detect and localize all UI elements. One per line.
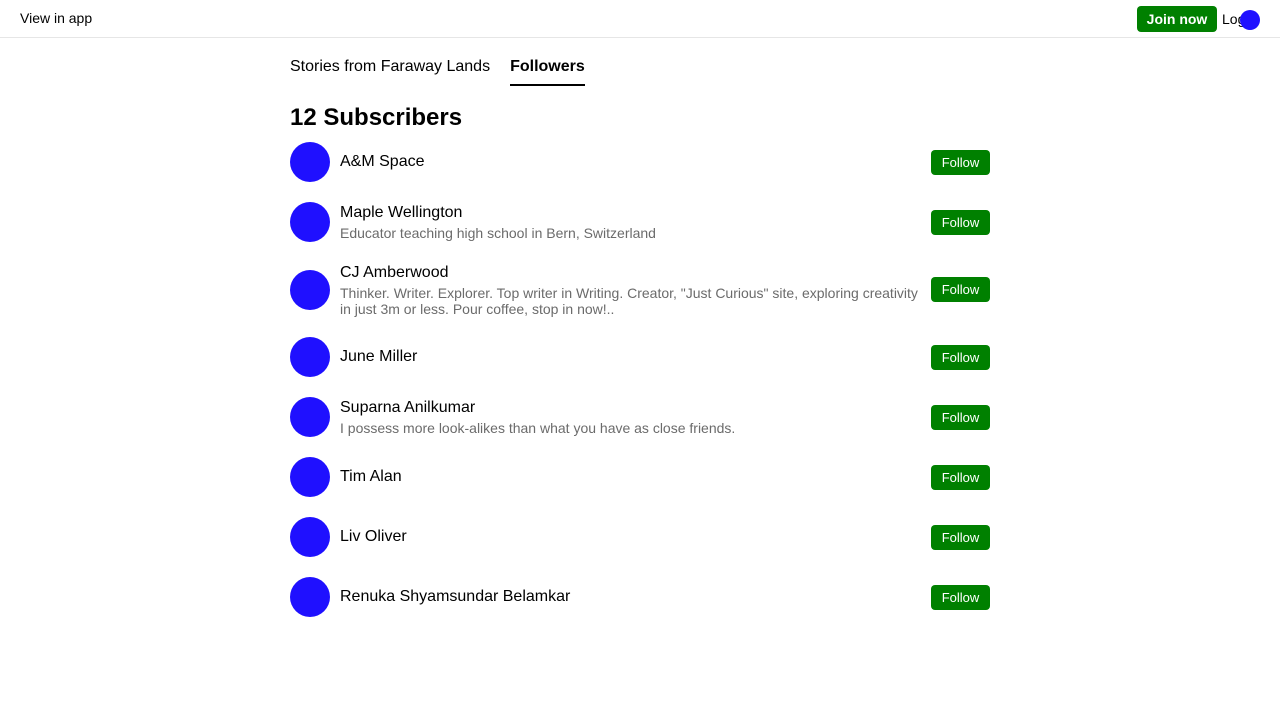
- follow-button[interactable]: Follow: [931, 345, 990, 370]
- subscriber-name[interactable]: A&M Space: [340, 152, 920, 172]
- subscriber-row: Renuka Shyamsundar Belamkar Follow: [290, 577, 990, 617]
- subscriber-name[interactable]: CJ Amberwood: [340, 263, 920, 283]
- subscriber-name[interactable]: June Miller: [340, 347, 920, 367]
- avatar[interactable]: [290, 270, 330, 310]
- follow-button[interactable]: Follow: [931, 405, 990, 430]
- follow-button[interactable]: Follow: [931, 585, 990, 610]
- subscriber-info: Liv Oliver: [340, 527, 920, 547]
- avatar[interactable]: [290, 142, 330, 182]
- subscriber-info: CJ Amberwood Thinker. Writer. Explorer. …: [340, 263, 920, 317]
- subscriber-info: Maple Wellington Educator teaching high …: [340, 203, 920, 241]
- subscriber-bio: I possess more look-alikes than what you…: [340, 420, 736, 436]
- subscriber-row: Liv Oliver Follow: [290, 517, 990, 557]
- subscriber-row: A&M Space Follow: [290, 142, 990, 182]
- tab-stories[interactable]: Stories from Faraway Lands: [290, 58, 490, 84]
- subscriber-bio: Thinker. Writer. Explorer. Top writer in…: [340, 285, 918, 317]
- avatar[interactable]: [290, 457, 330, 497]
- subscriber-bio: Educator teaching high school in Bern, S…: [340, 225, 656, 241]
- subscriber-info: Renuka Shyamsundar Belamkar: [340, 587, 920, 607]
- join-now-button[interactable]: Join now: [1137, 6, 1217, 32]
- user-avatar[interactable]: [1240, 10, 1260, 30]
- tab-followers[interactable]: Followers: [510, 58, 585, 86]
- avatar[interactable]: [290, 337, 330, 377]
- subscriber-info: June Miller: [340, 347, 920, 367]
- follow-button[interactable]: Follow: [931, 150, 990, 175]
- subscriber-row: Suparna Anilkumar I possess more look-al…: [290, 397, 990, 437]
- subscriber-row: Maple Wellington Educator teaching high …: [290, 202, 990, 242]
- subscriber-row: June Miller Follow: [290, 337, 990, 377]
- avatar[interactable]: [290, 397, 330, 437]
- subscriber-info: Suparna Anilkumar I possess more look-al…: [340, 398, 920, 436]
- avatar[interactable]: [290, 202, 330, 242]
- follow-button[interactable]: Follow: [931, 465, 990, 490]
- subscriber-name[interactable]: Tim Alan: [340, 467, 920, 487]
- subscriber-name[interactable]: Liv Oliver: [340, 527, 920, 547]
- subscriber-name[interactable]: Renuka Shyamsundar Belamkar: [340, 587, 920, 607]
- subscriber-info: A&M Space: [340, 152, 920, 172]
- subscriber-row: CJ Amberwood Thinker. Writer. Explorer. …: [290, 262, 990, 318]
- view-in-app-link[interactable]: View in app: [20, 10, 92, 26]
- tab-bar: Stories from Faraway Lands Followers: [290, 58, 605, 86]
- subscriber-name[interactable]: Maple Wellington: [340, 203, 920, 223]
- avatar[interactable]: [290, 517, 330, 557]
- subscriber-name[interactable]: Suparna Anilkumar: [340, 398, 920, 418]
- avatar[interactable]: [290, 577, 330, 617]
- subscriber-row: Tim Alan Follow: [290, 457, 990, 497]
- subscribers-title: 12 Subscribers: [290, 104, 463, 131]
- follow-button[interactable]: Follow: [931, 210, 990, 235]
- subscriber-info: Tim Alan: [340, 467, 920, 487]
- follow-button[interactable]: Follow: [931, 525, 990, 550]
- follow-button[interactable]: Follow: [931, 277, 990, 302]
- top-bar: View in app Join now Log: [0, 0, 1280, 38]
